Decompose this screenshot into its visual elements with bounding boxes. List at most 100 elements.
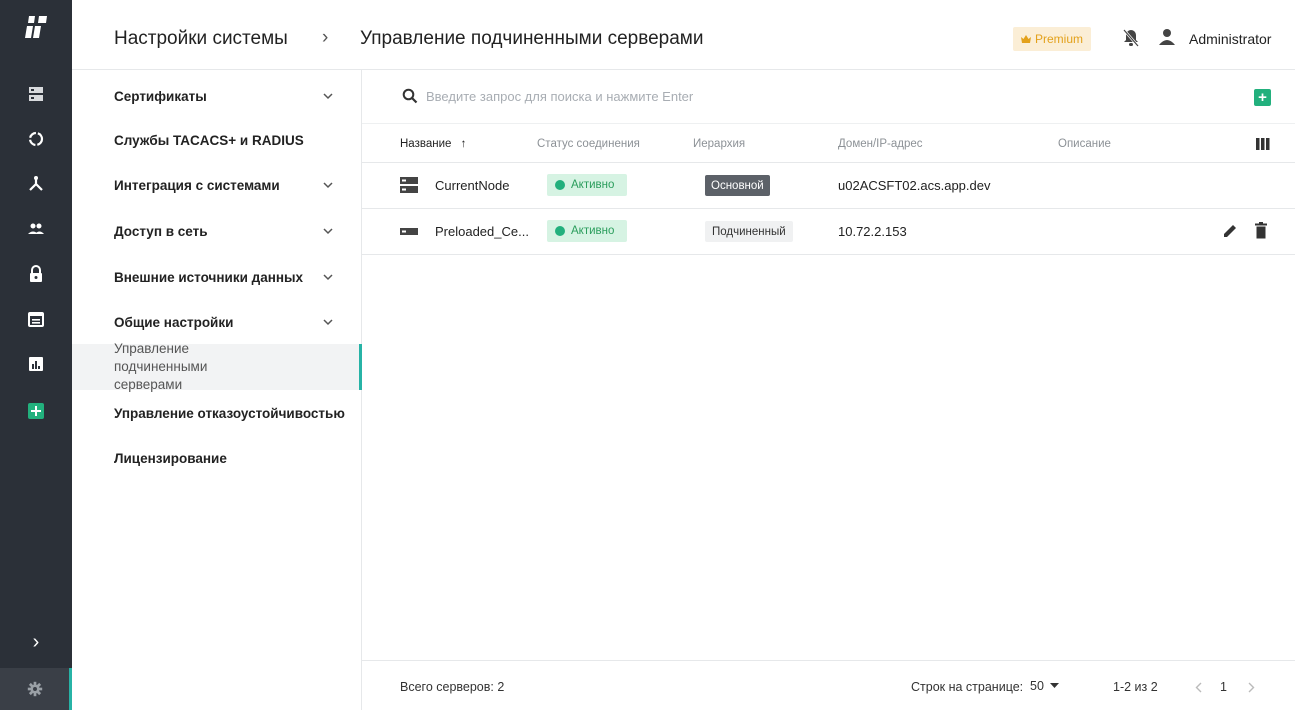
crown-icon	[1021, 35, 1031, 43]
lock-icon	[30, 265, 42, 282]
user-name[interactable]: Administrator	[1189, 31, 1271, 47]
caret-down-icon	[1049, 683, 1059, 688]
rail-sync[interactable]	[0, 117, 72, 161]
total-count: Всего серверов: 2	[400, 680, 505, 694]
chevron-right-icon: ›	[32, 630, 40, 653]
rail-add[interactable]	[0, 389, 72, 433]
chevron-down-icon	[323, 182, 333, 189]
calendar-icon	[28, 312, 44, 327]
server-address: 10.72.2.153	[838, 224, 907, 239]
trash-icon[interactable]	[1255, 222, 1267, 239]
table-row[interactable]: CurrentNode Активно Основной u02ACSFT02.…	[362, 163, 1295, 209]
subnav-item-network-access[interactable]: Доступ в сеть	[72, 208, 362, 254]
app-logo[interactable]	[0, 16, 72, 56]
plus-icon	[28, 403, 44, 419]
add-server-button[interactable]: +	[1254, 89, 1271, 106]
subnav-item-label: Управление подчиненными серверами	[114, 341, 208, 392]
page-header: Настройки системы › Управление подчиненн…	[72, 0, 1295, 70]
report-icon	[29, 357, 43, 371]
rail-users[interactable]	[0, 207, 72, 251]
column-label: Название	[400, 138, 452, 150]
chevron-down-icon	[323, 228, 333, 235]
server-address: u02ACSFT02.acs.app.dev	[838, 178, 991, 193]
column-header-status[interactable]: Статус соединения	[537, 138, 640, 150]
rail-settings[interactable]	[0, 668, 72, 710]
chevron-down-icon	[323, 274, 333, 281]
search-input[interactable]: Введите запрос для поиска и нажмите Ente…	[426, 89, 693, 104]
users-icon	[28, 223, 44, 234]
subnav-item-external-sources[interactable]: Внешние источники данных	[72, 254, 362, 300]
column-header-name[interactable]: Название ↑	[400, 138, 466, 150]
subnav-item-label: Лицензирование	[114, 450, 227, 466]
premium-badge: Premium	[1013, 27, 1092, 51]
table-row[interactable]: Preloaded_Ce... Активно Подчиненный 10.7…	[362, 209, 1295, 255]
chevron-down-icon	[323, 319, 333, 326]
user-icon[interactable]	[1158, 27, 1176, 47]
subnav-item-label: Общие настройки	[114, 314, 234, 330]
gear-icon	[27, 681, 42, 697]
rail-expand[interactable]: ›	[0, 620, 72, 664]
rail-reports[interactable]	[0, 342, 72, 386]
network-icon	[29, 176, 43, 191]
subnav-item-label: Интеграция с системами	[114, 177, 280, 193]
hierarchy-badge: Подчиненный	[705, 221, 793, 242]
rows-per-page-value: 50	[1030, 679, 1044, 693]
subnav-item-label: Доступ в сеть	[114, 223, 208, 239]
subnav-item-licensing[interactable]: Лицензирование	[72, 436, 362, 480]
pagination-range: 1-2 из 2	[1113, 680, 1158, 694]
logo-icon	[25, 16, 47, 38]
subnav-item-label: Сертификаты	[114, 88, 207, 104]
status-label: Активно	[571, 225, 615, 237]
rail-servers[interactable]	[0, 72, 72, 116]
column-header-hierarchy[interactable]: Иерархия	[693, 138, 745, 150]
main-content: Введите запрос для поиска и нажмите Ente…	[362, 70, 1295, 710]
subnav-item-tacacs-radius[interactable]: Службы TACACS+ и RADIUS	[72, 118, 362, 162]
status-label: Активно	[571, 179, 615, 191]
table-footer: Всего серверов: 2 Строк на странице: 50 …	[362, 660, 1295, 710]
subnav-item-label: Внешние источники данных	[114, 269, 304, 285]
column-header-address[interactable]: Домен/IP-адрес	[838, 138, 923, 150]
subnav-item-failover[interactable]: Управление отказоустойчивостью	[72, 390, 362, 436]
sort-asc-icon: ↑	[460, 138, 467, 150]
hierarchy-badge: Основной	[705, 175, 770, 196]
status-dot-icon	[555, 226, 565, 236]
rail-security[interactable]	[0, 252, 72, 296]
subnav-item-label: Службы TACACS+ и RADIUS	[114, 132, 304, 148]
subnav-item-certificates[interactable]: Сертификаты	[72, 74, 362, 118]
edit-icon[interactable]	[1222, 223, 1238, 239]
status-badge: Активно	[547, 220, 627, 242]
server-icon	[400, 228, 418, 235]
table-header: Название ↑ Статус соединения Иерархия До…	[362, 123, 1295, 163]
rows-per-page-select[interactable]: 50	[1030, 679, 1059, 693]
server-icon	[400, 177, 418, 193]
bell-off-icon[interactable]	[1122, 28, 1140, 48]
plus-icon: +	[1258, 89, 1267, 106]
servers-icon	[29, 87, 43, 101]
rail-calendar[interactable]	[0, 297, 72, 341]
search-bar[interactable]: Введите запрос для поиска и нажмите Ente…	[402, 88, 693, 104]
server-name[interactable]: Preloaded_Ce...	[435, 224, 529, 239]
app-rail: ›	[0, 0, 72, 710]
settings-subnav: Сертификаты Службы TACACS+ и RADIUS Инте…	[72, 70, 362, 710]
rail-network[interactable]	[0, 162, 72, 206]
circle-refresh-icon	[28, 131, 44, 147]
search-icon	[402, 88, 418, 104]
chevron-down-icon	[323, 93, 333, 100]
status-dot-icon	[555, 180, 565, 190]
columns-icon[interactable]	[1256, 138, 1270, 150]
rows-per-page-label: Строк на странице:	[911, 680, 1024, 694]
subnav-item-subordinate-servers[interactable]: Управление подчиненными серверами	[72, 341, 362, 392]
breadcrumb-separator: ›	[322, 27, 329, 48]
chevron-left-icon[interactable]	[1195, 682, 1202, 693]
premium-label: Premium	[1035, 32, 1084, 46]
status-badge: Активно	[547, 174, 627, 196]
subnav-item-integration[interactable]: Интеграция с системами	[72, 162, 362, 208]
column-header-description[interactable]: Описание	[1058, 138, 1111, 150]
chevron-right-icon[interactable]	[1248, 682, 1255, 693]
subnav-item-label: Управление отказоустойчивостью	[114, 405, 345, 421]
subnav-item-general-settings[interactable]: Общие настройки	[72, 300, 362, 344]
breadcrumb-root[interactable]: Настройки системы	[114, 28, 288, 50]
current-page[interactable]: 1	[1220, 680, 1227, 694]
server-name[interactable]: CurrentNode	[435, 178, 509, 193]
page-title: Управление подчиненными серверами	[360, 28, 704, 49]
